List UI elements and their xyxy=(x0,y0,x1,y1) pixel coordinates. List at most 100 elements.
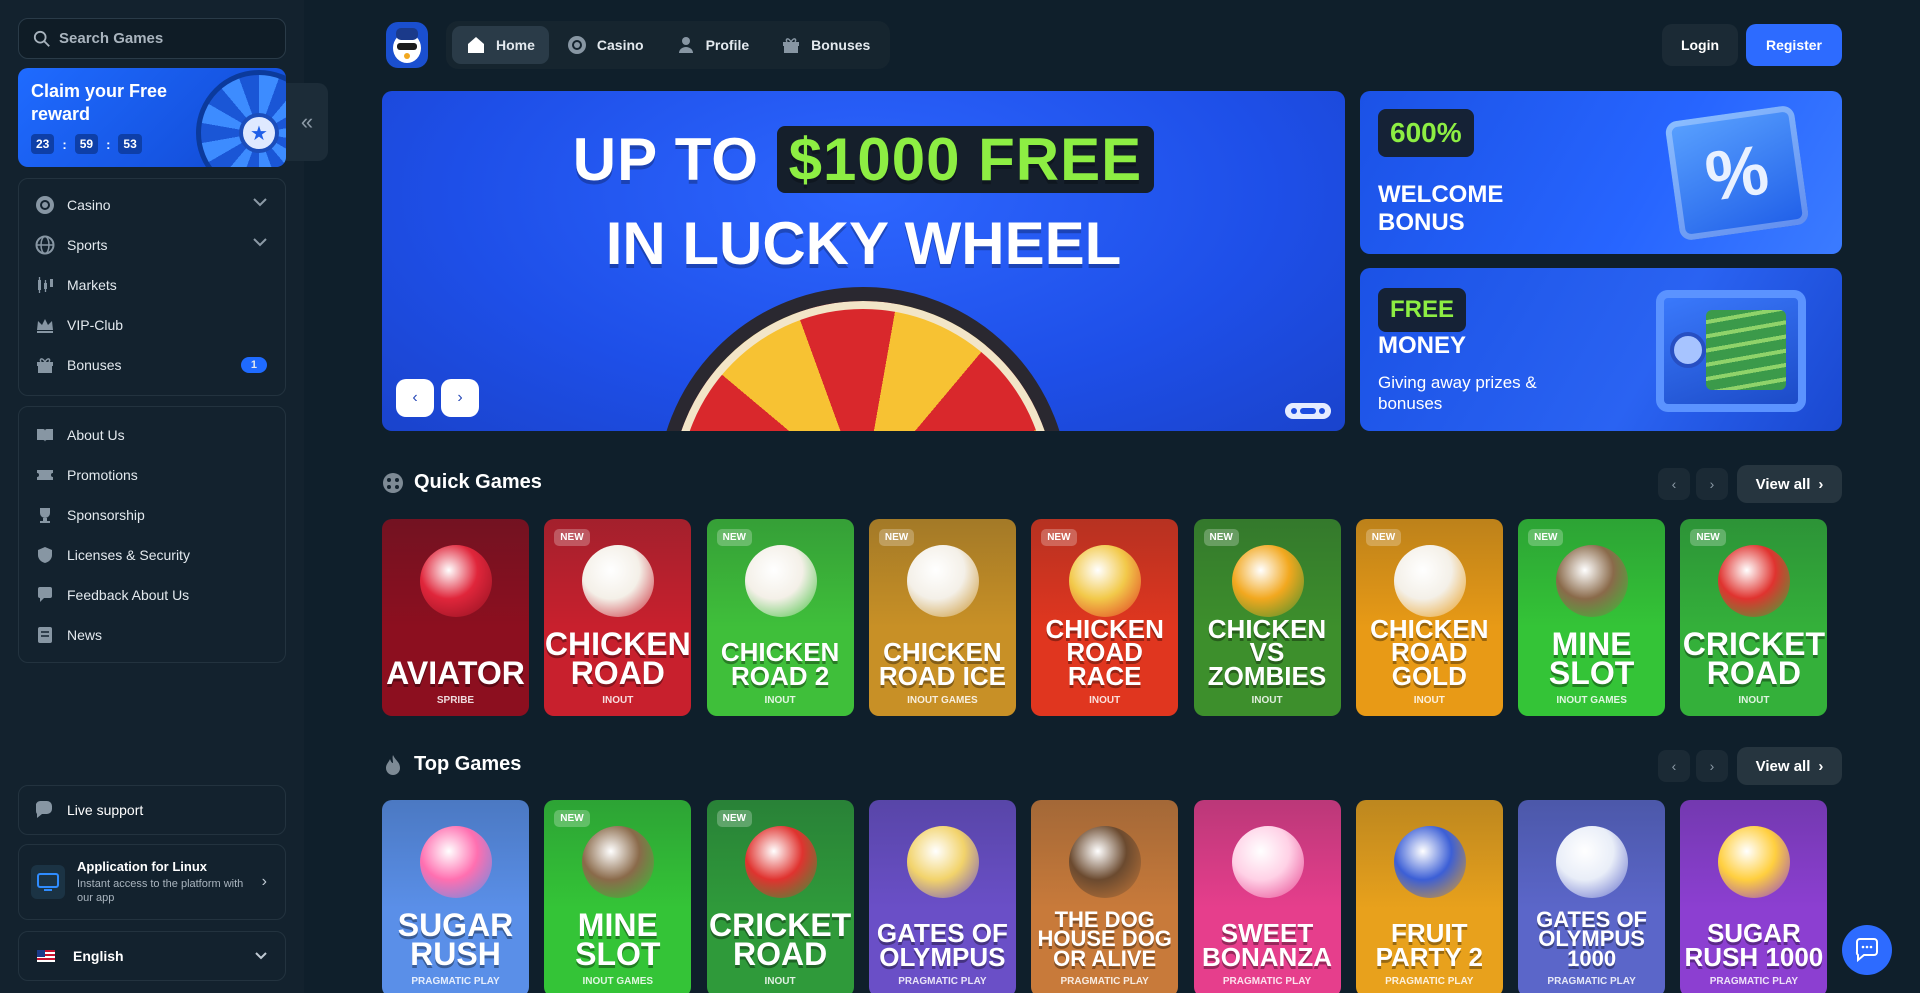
hero-prefix: UP TO xyxy=(572,126,759,193)
game-card[interactable]: AVIATOR SPRIBE xyxy=(382,519,529,716)
chevron-down-icon xyxy=(253,198,267,207)
tab-label: Bonuses xyxy=(811,37,871,53)
game-card[interactable]: NEW MINE SLOT INOUT GAMES xyxy=(1518,519,1666,716)
tab-bonuses[interactable]: Bonuses xyxy=(767,26,884,64)
ticket-icon xyxy=(35,465,55,485)
game-card[interactable]: NEW CHICKEN ROAD ICE INOUT GAMES xyxy=(868,519,1016,716)
sidebar-item-vip-club[interactable]: VIP-Club xyxy=(19,305,285,345)
game-title: CHICKEN ROAD GOLD xyxy=(1370,613,1489,691)
info-item-label: Licenses & Security xyxy=(67,547,190,563)
game-card[interactable]: NEW CHICKEN VS ZOMBIES INOUT xyxy=(1193,519,1341,716)
quick-games-view-all[interactable]: View all › xyxy=(1737,465,1842,503)
game-card[interactable]: GATES OF OLYMPUS 1000 PRAGMATIC PLAY xyxy=(1518,800,1666,993)
hero-carousel[interactable]: UP TO $1000 FREE IN LUCKY WHEEL ‹ › xyxy=(382,91,1345,431)
live-support-label: Live support xyxy=(67,802,144,818)
free-money-banner[interactable]: FREE MONEY Giving away prizes & bonuses xyxy=(1360,268,1842,431)
game-card[interactable]: NEW CRICKET ROAD INOUT xyxy=(706,800,854,993)
quick-games-header: Quick Games xyxy=(382,471,542,494)
chevron-left-icon: ‹ xyxy=(1671,758,1677,774)
game-card[interactable]: NEW CHICKEN ROAD 2 INOUT xyxy=(706,519,854,716)
free-money-title: MONEY xyxy=(1378,332,1467,359)
language-label: English xyxy=(73,948,124,964)
game-card[interactable]: GATES OF OLYMPUS PRAGMATIC PLAY xyxy=(868,800,1016,993)
chat-widget-button[interactable] xyxy=(1842,925,1892,975)
game-provider: INOUT xyxy=(1413,695,1445,706)
chevron-right-icon: › xyxy=(457,389,463,406)
game-title: SUGAR RUSH xyxy=(397,907,514,973)
top-games-prev[interactable]: ‹ xyxy=(1658,750,1690,782)
carousel-next-button[interactable]: › xyxy=(441,379,479,417)
game-artwork xyxy=(1069,545,1142,617)
search-box[interactable] xyxy=(18,18,286,59)
quick-games-title: Quick Games xyxy=(414,471,542,493)
tab-home[interactable]: Home xyxy=(452,26,549,64)
game-card[interactable]: NEW CHICKEN ROAD GOLD INOUT xyxy=(1355,519,1503,716)
sidebar-item-markets[interactable]: Markets xyxy=(19,265,285,305)
game-title: SWEET BONANZA xyxy=(1202,918,1332,972)
game-artwork xyxy=(582,545,655,617)
search-icon xyxy=(33,30,50,47)
game-card[interactable]: THE DOG HOUSE DOG OR ALIVE PRAGMATIC PLAY xyxy=(1031,800,1179,993)
live-support-button[interactable]: Live support xyxy=(18,785,286,835)
login-button[interactable]: Login xyxy=(1662,24,1738,66)
chevron-right-icon: › xyxy=(1818,475,1824,493)
quick-games-prev[interactable]: ‹ xyxy=(1658,468,1690,500)
tab-profile[interactable]: Profile xyxy=(662,26,764,64)
game-title: CRICKET ROAD xyxy=(1682,626,1825,692)
hero-headline-line1: UP TO $1000 FREE xyxy=(382,125,1345,194)
game-card[interactable]: NEW CHICKEN ROAD RACE INOUT xyxy=(1031,519,1179,716)
info-item-feedback-about-us[interactable]: Feedback About Us xyxy=(19,575,285,615)
sidebar-item-bonuses[interactable]: Bonuses 1 xyxy=(19,345,285,385)
game-provider: INOUT GAMES xyxy=(582,976,654,987)
new-badge: NEW xyxy=(1203,529,1239,546)
chevron-right-icon: › xyxy=(1818,757,1824,775)
casino-chip-icon xyxy=(35,195,55,215)
register-button[interactable]: Register xyxy=(1746,24,1842,66)
language-selector[interactable]: English xyxy=(18,931,286,981)
main-nav: Home Casino Profile Bonuses xyxy=(446,21,891,69)
tab-casino[interactable]: Casino xyxy=(553,26,658,64)
sidebar-item-sports[interactable]: Sports xyxy=(19,225,285,265)
timer-hours: 23 xyxy=(31,134,55,154)
carousel-dots[interactable] xyxy=(1285,403,1331,419)
globe-icon xyxy=(35,235,55,255)
timer-minutes: 59 xyxy=(74,134,99,154)
game-provider: INOUT xyxy=(764,976,796,987)
game-artwork xyxy=(1718,545,1791,617)
game-card[interactable]: SWEET BONANZA PRAGMATIC PLAY xyxy=(1193,800,1341,993)
sidebar-item-casino[interactable]: Casino xyxy=(19,185,285,225)
site-logo[interactable] xyxy=(386,22,428,68)
quick-games-next[interactable]: › xyxy=(1696,468,1728,500)
game-provider: PRAGMATIC PLAY xyxy=(1547,976,1636,987)
game-artwork xyxy=(1556,826,1629,898)
free-money-subtitle: Giving away prizes & bonuses xyxy=(1378,373,1537,413)
info-item-licenses-security[interactable]: Licenses & Security xyxy=(19,535,285,575)
newspaper-icon xyxy=(35,625,55,645)
sidebar-item-label: Bonuses xyxy=(67,357,122,373)
game-card[interactable]: NEW CRICKET ROAD INOUT xyxy=(1680,519,1828,716)
app-download-banner[interactable]: Application for Linux Instant access to … xyxy=(18,844,286,920)
info-item-about-us[interactable]: About Us xyxy=(19,415,285,455)
game-title: CHICKEN ROAD RACE xyxy=(1045,613,1164,691)
info-item-promotions[interactable]: Promotions xyxy=(19,455,285,495)
game-card[interactable]: NEW MINE SLOT INOUT GAMES xyxy=(544,800,692,993)
search-input[interactable] xyxy=(59,30,259,47)
game-card[interactable]: FRUIT PARTY 2 PRAGMATIC PLAY xyxy=(1355,800,1503,993)
new-badge: NEW xyxy=(716,529,752,546)
game-card[interactable]: NEW CHICKEN ROAD INOUT xyxy=(544,519,692,716)
quick-games-row: AVIATOR SPRIBE NEW CHICKEN ROAD INOUT NEW CHIC… xyxy=(382,519,1842,719)
collapse-sidebar-button[interactable]: « xyxy=(286,83,328,161)
game-card[interactable]: SUGAR RUSH 1000 PRAGMATIC PLAY xyxy=(1680,800,1828,993)
top-games-next[interactable]: › xyxy=(1696,750,1728,782)
top-games-view-all[interactable]: View all › xyxy=(1737,747,1842,785)
carousel-prev-button[interactable]: ‹ xyxy=(396,379,434,417)
info-item-sponsorship[interactable]: Sponsorship xyxy=(19,495,285,535)
info-item-label: Sponsorship xyxy=(67,507,145,523)
game-title: SUGAR RUSH 1000 xyxy=(1684,918,1824,972)
game-card[interactable]: SUGAR RUSH PRAGMATIC PLAY xyxy=(382,800,529,993)
game-provider: PRAGMATIC PLAY xyxy=(1709,976,1799,987)
sidebar: Claim your Free reward 23 : 59 : 53 ★ Ca… xyxy=(0,0,304,993)
free-reward-promo[interactable]: Claim your Free reward 23 : 59 : 53 ★ xyxy=(18,68,286,167)
info-item-news[interactable]: News xyxy=(19,615,285,655)
welcome-bonus-banner[interactable]: 600% WELCOME BONUS % xyxy=(1360,91,1842,254)
